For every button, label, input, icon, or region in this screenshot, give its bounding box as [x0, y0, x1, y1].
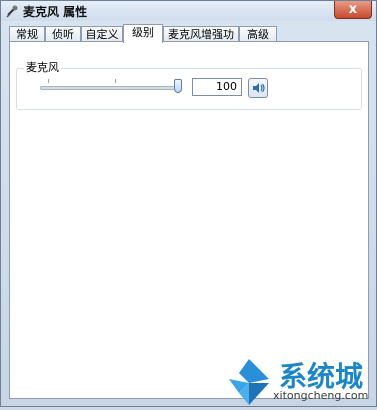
level-value-field[interactable]: 100: [192, 78, 242, 96]
slider-tick: [115, 79, 116, 83]
level-slider[interactable]: [38, 78, 186, 98]
slider-thumb[interactable]: [174, 79, 182, 93]
tab-custom[interactable]: 自定义: [81, 26, 123, 42]
close-button[interactable]: x: [334, 1, 372, 19]
tab-label: 级别: [132, 26, 154, 39]
mute-button[interactable]: [248, 78, 268, 98]
site-logo-icon: [223, 357, 275, 407]
slider-track: [40, 86, 182, 90]
microphone-icon: [5, 3, 21, 19]
slider-tick: [48, 79, 49, 83]
close-icon: x: [348, 2, 358, 17]
properties-window: 麦克风 属性 x 常规 侦听 自定义 级别 麦克风增强功能 高级 麦克风: [0, 0, 377, 407]
tab-label: 高级: [247, 28, 269, 41]
watermark-site: xitongcheng.com: [273, 389, 369, 402]
group-label: 麦克风: [24, 59, 61, 75]
title-bar[interactable]: 麦克风 属性 x: [1, 1, 376, 21]
watermark: 系统城 xitongcheng.com: [223, 347, 373, 407]
tab-listen[interactable]: 侦听: [45, 26, 81, 42]
levels-panel: 麦克风 100: [9, 41, 369, 399]
speaker-icon: [249, 83, 267, 100]
tab-advanced[interactable]: 高级: [239, 26, 277, 42]
window-title: 麦克风 属性: [23, 5, 88, 19]
tab-label: 自定义: [85, 28, 119, 41]
tab-label: 常规: [16, 28, 38, 41]
tab-general[interactable]: 常规: [9, 26, 45, 42]
tab-strip: 常规 侦听 自定义 级别 麦克风增强功能 高级: [9, 24, 369, 56]
tab-levels[interactable]: 级别: [123, 24, 163, 43]
tab-enhancements[interactable]: 麦克风增强功能: [163, 26, 239, 56]
tab-label: 侦听: [52, 28, 74, 41]
